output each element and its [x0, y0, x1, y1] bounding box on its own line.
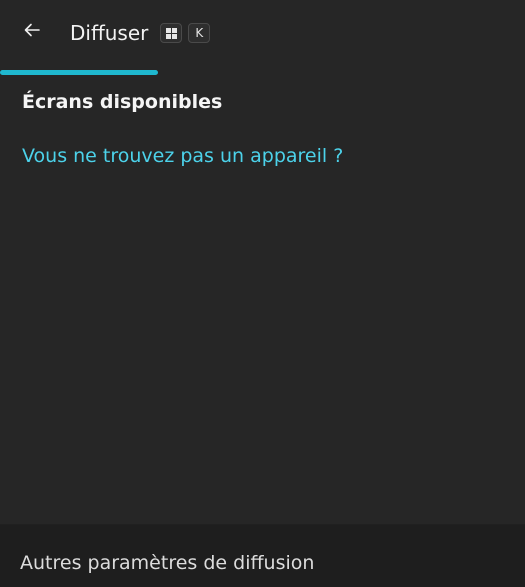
device-not-found-link[interactable]: Vous ne trouvez pas un appareil ?: [22, 145, 343, 167]
panel-title: Diffuser: [70, 21, 149, 45]
keyboard-shortcut-hint: K: [160, 22, 211, 44]
footer-label: Autres paramètres de diffusion: [20, 552, 315, 574]
back-button[interactable]: [14, 14, 50, 50]
more-cast-settings-button[interactable]: Autres paramètres de diffusion: [0, 524, 525, 587]
panel-header: Diffuser K: [0, 0, 525, 74]
k-key-cap: K: [188, 23, 211, 43]
progress-track: [0, 70, 525, 75]
section-heading: Écrans disponibles: [22, 91, 223, 113]
windows-logo-icon: [165, 27, 177, 39]
arrow-left-icon: [22, 20, 42, 44]
progress-bar: [0, 70, 158, 75]
cast-panel: Diffuser K Écrans disponibles Vous ne tr…: [0, 0, 525, 587]
windows-key-cap: [160, 23, 183, 43]
